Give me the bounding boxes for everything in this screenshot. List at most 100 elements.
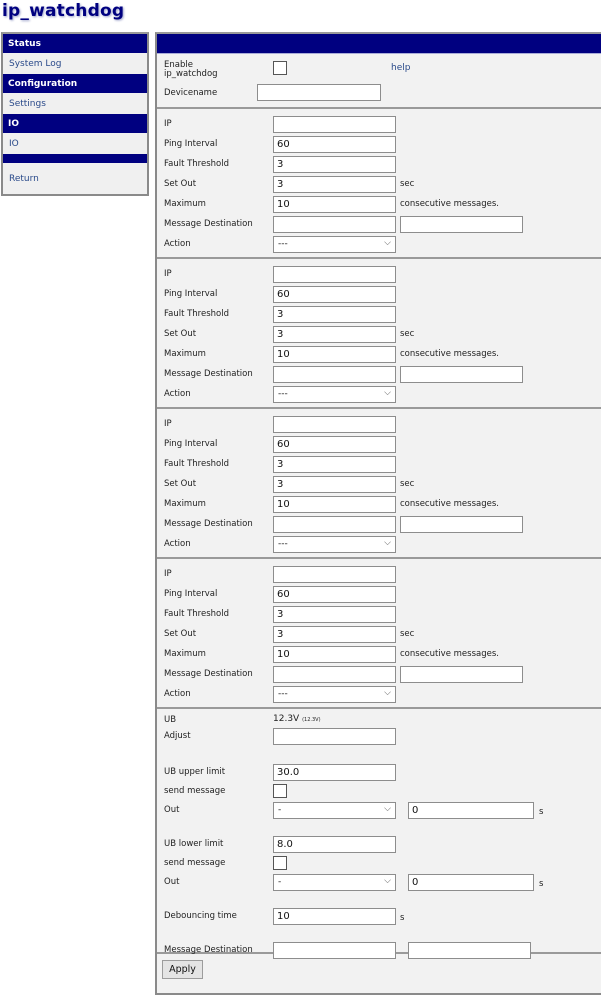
sidebar: Status System Log Configuration Settings… (1, 32, 149, 196)
sidebar-item-io[interactable]: IO (3, 134, 147, 154)
action-label: Action (164, 539, 191, 549)
message-destination-input-2[interactable] (400, 366, 523, 383)
maximum-input[interactable] (273, 496, 396, 513)
lower-out-unit: s (539, 879, 544, 889)
action-select[interactable]: --- ⌵ (273, 386, 396, 403)
ub-upper-limit-input[interactable] (273, 764, 396, 781)
ping-interval-label: Ping Interval (164, 139, 218, 149)
fault-threshold-input[interactable] (273, 306, 396, 323)
maximum-unit: consecutive messages. (400, 199, 499, 209)
ub-lower-limit-label: UB lower limit (164, 839, 224, 849)
maximum-label: Maximum (164, 499, 206, 509)
devicename-input[interactable] (257, 84, 381, 101)
lower-out-select[interactable]: - ⌵ (273, 874, 396, 891)
message-destination-label: Message Destination (164, 519, 253, 529)
fault-threshold-input[interactable] (273, 606, 396, 623)
maximum-label: Maximum (164, 349, 206, 359)
set-out-label: Set Out (164, 329, 197, 339)
fault-threshold-input[interactable] (273, 456, 396, 473)
chevron-down-icon: ⌵ (384, 388, 391, 398)
action-select[interactable]: --- ⌵ (273, 536, 396, 553)
sidebar-item-settings[interactable]: Settings (3, 94, 147, 114)
message-destination-input-1[interactable] (273, 216, 396, 233)
action-selected: --- (278, 239, 288, 249)
message-destination-input-1[interactable] (273, 666, 396, 683)
maximum-unit: consecutive messages. (400, 649, 499, 659)
debouncing-time-input[interactable] (273, 908, 396, 925)
ub-message-destination-input-1[interactable] (273, 942, 396, 959)
upper-out-value-input[interactable] (408, 802, 534, 819)
message-destination-input-2[interactable] (400, 666, 523, 683)
ip-label: IP (164, 119, 172, 129)
fault-threshold-label: Fault Threshold (164, 459, 229, 469)
general-section: Enable ip_watchdog help Devicename (157, 54, 601, 109)
sidebar-item-return[interactable]: Return (3, 164, 147, 194)
maximum-unit: consecutive messages. (400, 499, 499, 509)
ip-input[interactable] (273, 416, 396, 433)
action-select[interactable]: --- ⌵ (273, 686, 396, 703)
sidebar-header-empty (3, 154, 147, 164)
ub-voltage: 12.3V (273, 714, 300, 724)
ping-interval-input[interactable] (273, 136, 396, 153)
help-link[interactable]: help (391, 63, 410, 73)
lower-send-message-checkbox[interactable] (273, 856, 287, 870)
adjust-input[interactable] (273, 728, 396, 745)
fault-threshold-label: Fault Threshold (164, 159, 229, 169)
upper-out-select[interactable]: - ⌵ (273, 802, 396, 819)
panel-header-bar (157, 34, 601, 54)
set-out-input[interactable] (273, 176, 396, 193)
ip-watch-section-1: IP Ping Interval Fault Threshold Set Out… (157, 109, 601, 259)
lower-send-message-label: send message (164, 858, 226, 868)
message-destination-input-2[interactable] (400, 516, 523, 533)
apply-button[interactable]: Apply (162, 960, 203, 979)
set-out-label: Set Out (164, 179, 197, 189)
ub-section: UB 12.3V (12.3V) Adjust UB upper limit s… (157, 709, 601, 959)
chevron-down-icon: ⌵ (384, 876, 391, 886)
sidebar-item-system-log[interactable]: System Log (3, 54, 147, 74)
fault-threshold-input[interactable] (273, 156, 396, 173)
set-out-input[interactable] (273, 476, 396, 493)
set-out-label: Set Out (164, 629, 197, 639)
maximum-label: Maximum (164, 649, 206, 659)
set-out-input[interactable] (273, 326, 396, 343)
maximum-input[interactable] (273, 346, 396, 363)
maximum-input[interactable] (273, 646, 396, 663)
ip-watch-section-2: IP Ping Interval Fault Threshold Set Out… (157, 259, 601, 409)
lower-out-selected: - (278, 877, 282, 887)
ub-message-destination-input-2[interactable] (408, 942, 531, 959)
ip-input[interactable] (273, 566, 396, 583)
sidebar-header-status: Status (3, 34, 147, 54)
fault-threshold-label: Fault Threshold (164, 609, 229, 619)
ping-interval-input[interactable] (273, 586, 396, 603)
debouncing-time-unit: s (400, 913, 405, 923)
main-panel: Enable ip_watchdog help Devicename IP Pi… (155, 32, 601, 995)
action-select[interactable]: --- ⌵ (273, 236, 396, 253)
message-destination-input-2[interactable] (400, 216, 523, 233)
ip-input[interactable] (273, 266, 396, 283)
ip-watch-section-3: IP Ping Interval Fault Threshold Set Out… (157, 409, 601, 559)
message-destination-input-1[interactable] (273, 366, 396, 383)
fault-threshold-label: Fault Threshold (164, 309, 229, 319)
ub-value: 12.3V (12.3V) (273, 714, 321, 724)
action-label: Action (164, 239, 191, 249)
enable-checkbox[interactable] (273, 61, 287, 75)
ping-interval-input[interactable] (273, 436, 396, 453)
ip-input[interactable] (273, 116, 396, 133)
set-out-input[interactable] (273, 626, 396, 643)
message-destination-label: Message Destination (164, 669, 253, 679)
maximum-input[interactable] (273, 196, 396, 213)
ub-label: UB (164, 715, 177, 725)
devicename-label: Devicename (164, 88, 218, 98)
lower-out-value-input[interactable] (408, 874, 534, 891)
ping-interval-input[interactable] (273, 286, 396, 303)
set-out-label: Set Out (164, 479, 197, 489)
adjust-label: Adjust (164, 731, 191, 741)
action-selected: --- (278, 539, 288, 549)
page-title: ip_watchdog (2, 1, 125, 21)
upper-send-message-checkbox[interactable] (273, 784, 287, 798)
ub-lower-limit-input[interactable] (273, 836, 396, 853)
set-out-unit: sec (400, 329, 415, 339)
message-destination-input-1[interactable] (273, 516, 396, 533)
enable-label: Enable ip_watchdog (164, 60, 218, 79)
ip-label: IP (164, 419, 172, 429)
